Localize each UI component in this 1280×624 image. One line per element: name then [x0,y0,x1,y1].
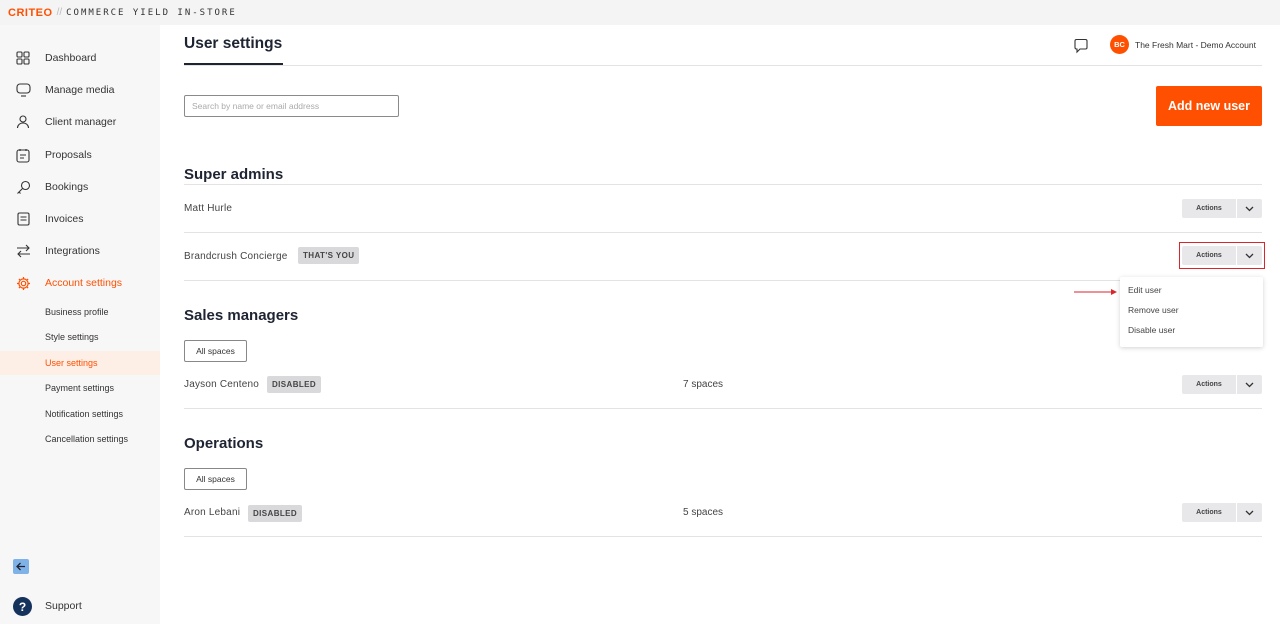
row-divider [184,232,1262,233]
sidebar-subitem-label: User settings [45,358,98,368]
sidebar-item-label: Account settings [45,277,123,289]
sidebar-item-manage-media[interactable]: Manage media [0,77,160,103]
sidebar-subitem-label: Style settings [45,332,99,342]
collapse-sidebar-button[interactable] [13,559,29,574]
sidebar-item-label: Invoices [45,213,84,225]
sidebar-subitem-user-settings[interactable]: User settings [0,351,160,375]
section-divider [184,184,1262,185]
user-name: Jayson Centeno [184,379,260,390]
menu-item-edit-user[interactable]: Edit user [1128,285,1162,295]
sidebar-item-proposals[interactable]: Proposals [0,142,160,168]
grid-icon [14,49,32,67]
actions-button[interactable]: Actions [1182,199,1236,218]
sidebar-subitem-label: Business profile [45,307,109,317]
spaces-count: 7 spaces [683,379,724,390]
section-title-operations: Operations [184,435,264,452]
row-divider [184,280,1262,281]
chevron-down-icon[interactable] [1237,503,1262,522]
actions-dropdown[interactable]: Actions [1182,503,1262,522]
actions-dropdown[interactable]: Actions [1182,375,1262,394]
sidebar-item-bookings[interactable]: Bookings [0,174,160,200]
sidebar-item-integrations[interactable]: Integrations [0,238,160,264]
sidebar-item-label: Bookings [45,181,89,193]
sidebar-subitem-cancellation-settings[interactable]: Cancellation settings [0,427,160,451]
user-name: Aron Lebani [184,507,241,518]
row-divider [184,536,1262,537]
person-icon [14,113,32,131]
section-title-super-admins: Super admins [184,166,284,183]
annotation-arrow-icon [1074,289,1117,295]
section-title-sales-managers: Sales managers [184,307,299,324]
page-title: User settings [184,35,283,52]
criteo-logo[interactable]: CRITEO [8,7,53,19]
highlight-box [1179,242,1265,269]
actions-menu: Edit user Remove user Disable user [1120,277,1263,347]
sidebar-subitem-label: Notification settings [45,409,124,419]
all-spaces-filter-button[interactable]: All spaces [184,340,247,362]
proposal-icon [14,146,32,164]
menu-item-disable-user[interactable]: Disable user [1128,325,1175,335]
support-icon[interactable]: ? [13,597,32,616]
actions-button[interactable]: Actions [1182,375,1236,394]
actions-dropdown[interactable]: Actions [1182,199,1262,218]
status-badge: DISABLED [248,505,303,522]
sidebar-item-label: Client manager [45,116,117,128]
invoice-icon [14,210,32,228]
arrow-left-icon [16,562,25,571]
sidebar-subitem-label: Cancellation settings [45,434,129,444]
add-new-user-button[interactable]: Add new user [1156,86,1262,126]
top-bar: CRITEO // COMMERCE YIELD IN-STORE [0,0,1280,25]
search-input[interactable] [184,95,399,117]
sidebar-item-label: Integrations [45,245,100,257]
main-content: User settings BC The Fresh Mart - Demo A… [160,25,1280,624]
sidebar: Dashboard Manage media Client manager Pr… [0,25,160,624]
support-link[interactable]: Support [45,600,82,612]
product-name: COMMERCE YIELD IN-STORE [66,7,237,18]
spaces-count: 5 spaces [683,507,724,518]
sidebar-item-dashboard[interactable]: Dashboard [0,45,160,71]
row-divider [184,408,1262,409]
sidebar-subitem-style-settings[interactable]: Style settings [0,325,160,349]
chevron-down-icon[interactable] [1237,199,1262,218]
sidebar-item-label: Proposals [45,149,92,161]
sidebar-item-invoices[interactable]: Invoices [0,206,160,232]
gear-icon [14,274,32,292]
actions-button[interactable]: Actions [1182,503,1236,522]
header-divider [184,65,1262,66]
user-name: Matt Hurle [184,203,233,214]
account-name[interactable]: The Fresh Mart - Demo Account [1135,40,1256,50]
sidebar-subitem-label: Payment settings [45,383,115,393]
sidebar-subitem-business-profile[interactable]: Business profile [0,300,160,324]
status-badge: DISABLED [267,376,322,393]
avatar[interactable]: BC [1110,35,1129,54]
sidebar-item-label: Manage media [45,84,115,96]
key-icon [14,178,32,196]
sidebar-subitem-notification-settings[interactable]: Notification settings [0,402,160,426]
chat-icon[interactable] [1073,38,1089,54]
sidebar-item-account-settings[interactable]: Account settings [0,270,160,296]
arrows-icon [14,242,32,260]
menu-item-remove-user[interactable]: Remove user [1128,305,1179,315]
sidebar-item-label: Dashboard [45,52,97,64]
logo-separator: // [56,7,63,18]
status-badge: THAT'S YOU [298,247,360,264]
all-spaces-filter-button[interactable]: All spaces [184,468,247,490]
user-name: Brandcrush Concierge [184,251,288,262]
sidebar-subitem-payment-settings[interactable]: Payment settings [0,376,160,400]
sidebar-item-client-manager[interactable]: Client manager [0,109,160,135]
chevron-down-icon[interactable] [1237,375,1262,394]
monitor-icon [14,81,32,99]
